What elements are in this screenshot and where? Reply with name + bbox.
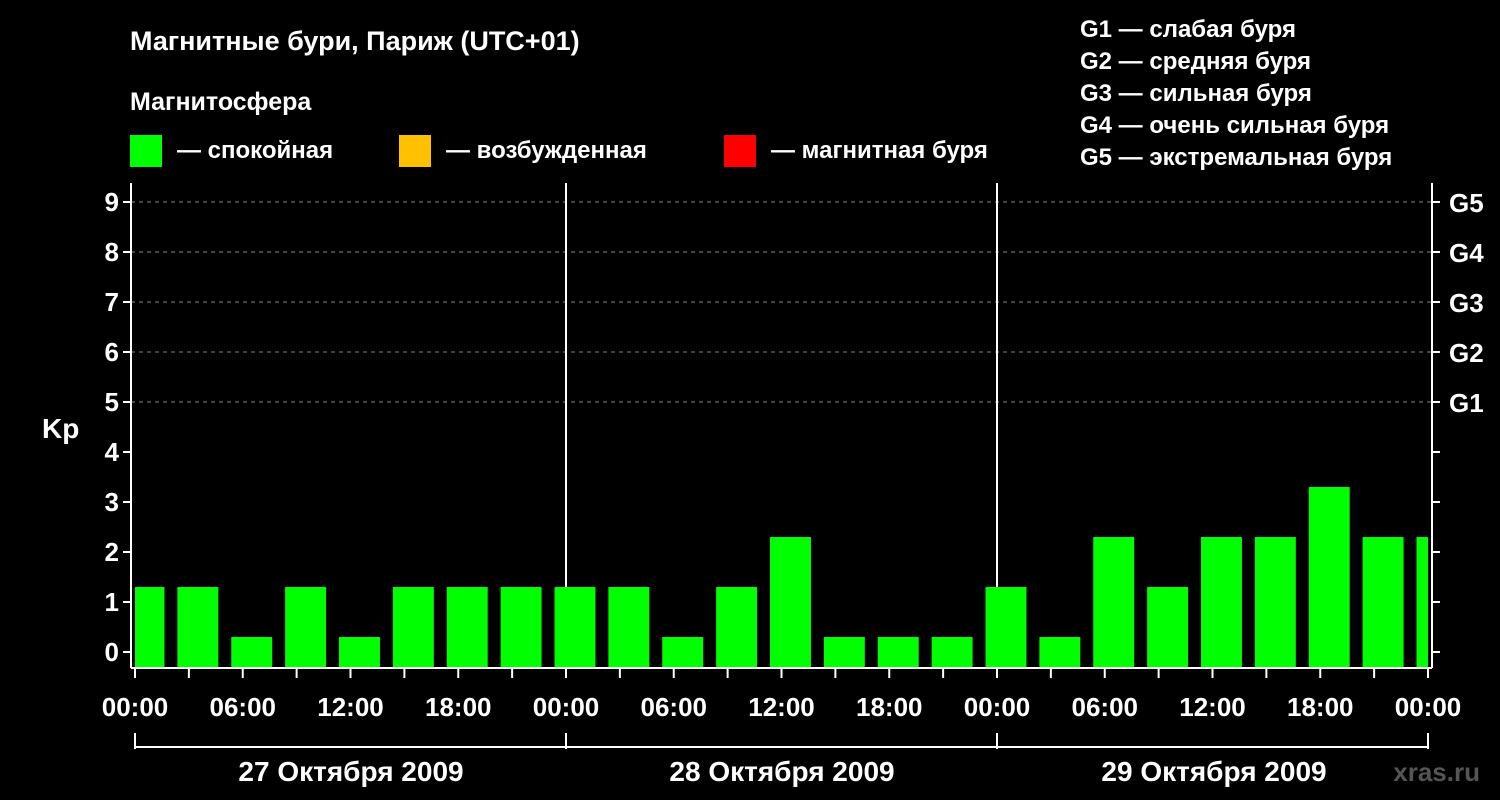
kp-bar	[931, 637, 973, 668]
g-scale-g3: G3 — сильная буря	[1080, 80, 1312, 107]
x-tick-label: 12:00	[1179, 692, 1246, 722]
kp-bar	[1201, 537, 1242, 668]
legend-swatch-storm	[724, 135, 756, 167]
kp-bar	[662, 637, 704, 668]
day-label-3: 29 Октября 2009	[1101, 756, 1326, 787]
g-level-label: G5	[1449, 188, 1484, 218]
g-scale-g2: G2 — средняя буря	[1080, 48, 1311, 75]
y-axis-label: Kp	[42, 413, 79, 444]
y-tick-label: 3	[105, 487, 119, 517]
kp-bar	[1362, 537, 1404, 668]
kp-bar	[985, 587, 1027, 668]
kp-bar	[392, 587, 434, 668]
x-tick-label: 12:00	[748, 692, 815, 722]
kp-bar	[231, 637, 273, 668]
kp-bar	[716, 587, 758, 668]
kp-bar	[877, 637, 919, 668]
y-tick-label: 1	[105, 587, 119, 617]
legend-swatch-active	[399, 135, 431, 167]
kp-bar	[285, 587, 327, 668]
legend-label-active: — возбужденная	[446, 137, 647, 164]
kp-chart: Магнитные бури, Париж (UTC+01) Магнитосф…	[42, 16, 1484, 787]
kp-bar	[500, 587, 542, 668]
kp-bar	[1039, 637, 1081, 668]
chart-title: Магнитные бури, Париж (UTC+01)	[130, 26, 580, 56]
legend-label-quiet: — спокойная	[177, 137, 333, 164]
g-scale-g5: G5 — экстремальная буря	[1080, 144, 1392, 171]
x-tick-label: 00:00	[964, 692, 1031, 722]
y-tick-label: 4	[105, 437, 120, 467]
g-scale-g4: G4 — очень сильная буря	[1080, 112, 1389, 139]
x-tick-label: 00:00	[102, 692, 169, 722]
kp-bar	[446, 587, 488, 668]
legend-swatch-quiet	[130, 135, 162, 167]
y-tick-label: 7	[105, 287, 119, 317]
kp-bar	[339, 637, 380, 668]
kp-bar	[1308, 487, 1350, 668]
kp-bar	[554, 587, 596, 668]
y-tick-label: 8	[105, 237, 119, 267]
g-level-label: G1	[1449, 388, 1484, 418]
g-level-label: G2	[1449, 338, 1484, 368]
x-tick-label: 18:00	[856, 692, 923, 722]
x-tick-label: 00:00	[533, 692, 600, 722]
watermark: xras.ru	[1393, 757, 1480, 787]
legend-title: Магнитосфера	[130, 88, 312, 116]
kp-bar	[823, 637, 865, 668]
x-tick-label: 18:00	[425, 692, 492, 722]
kp-bar	[135, 587, 165, 668]
x-tick-label: 06:00	[210, 692, 277, 722]
kp-bar	[1093, 537, 1135, 668]
g-level-label: G4	[1449, 238, 1484, 268]
x-tick-label: 06:00	[1072, 692, 1139, 722]
day-label-1: 27 Октября 2009	[238, 756, 463, 787]
x-tick-label: 06:00	[641, 692, 708, 722]
g-scale-g1: G1 — слабая буря	[1080, 16, 1296, 43]
kp-bar	[608, 587, 650, 668]
kp-bar	[177, 587, 219, 668]
y-tick-label: 6	[105, 337, 119, 367]
kp-bar	[1416, 537, 1428, 668]
y-tick-label: 9	[105, 187, 119, 217]
legend-label-storm: — магнитная буря	[771, 137, 988, 164]
kp-bar	[1254, 537, 1296, 668]
g-level-label: G3	[1449, 288, 1484, 318]
day-label-2: 28 Октября 2009	[669, 756, 894, 787]
kp-bar	[770, 537, 811, 668]
y-tick-label: 5	[105, 387, 119, 417]
y-tick-label: 2	[105, 537, 119, 567]
x-tick-label: 18:00	[1287, 692, 1354, 722]
x-tick-label: 00:00	[1395, 692, 1462, 722]
kp-bar	[1147, 587, 1189, 668]
y-tick-label: 0	[105, 637, 119, 667]
x-tick-label: 12:00	[317, 692, 384, 722]
